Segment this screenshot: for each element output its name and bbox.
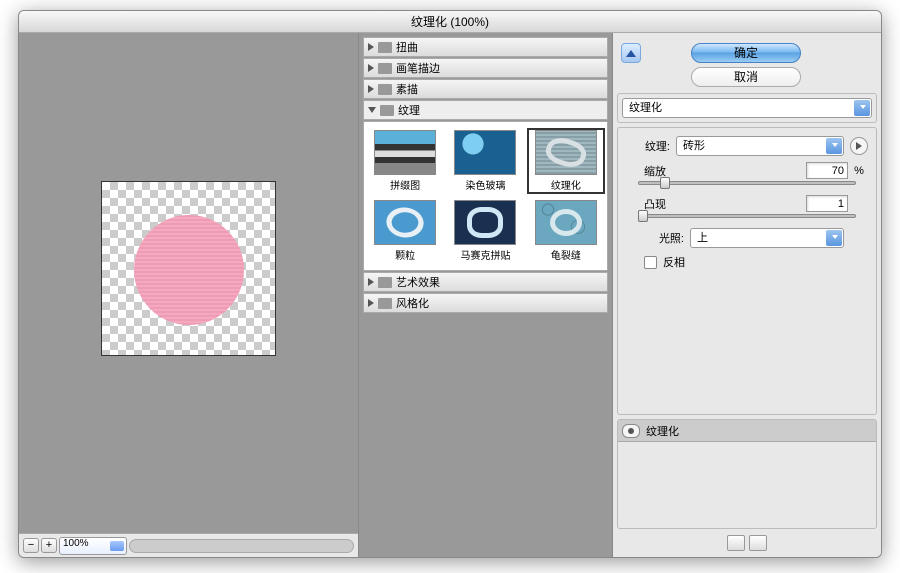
thumb-grain[interactable]: 颗粒 bbox=[366, 198, 444, 264]
light-label: 光照: bbox=[640, 230, 684, 246]
zoom-out-button[interactable]: − bbox=[23, 538, 39, 553]
preview-panel: − + 100% bbox=[19, 33, 359, 557]
preview-canvas bbox=[101, 181, 276, 356]
load-texture-icon[interactable] bbox=[850, 137, 868, 155]
effect-layer-buttons bbox=[617, 533, 877, 553]
thumb-label: 染色玻璃 bbox=[448, 177, 522, 192]
thumb-patchwork[interactable]: 拼缀图 bbox=[366, 128, 444, 194]
chevron-right-icon bbox=[368, 85, 374, 93]
preview-zoom-controls: − + 100% bbox=[19, 533, 358, 557]
scaling-slider-row: 缩放 % bbox=[626, 162, 868, 185]
zoom-level-select[interactable]: 100% bbox=[59, 537, 127, 555]
cancel-button[interactable]: 取消 bbox=[691, 67, 801, 87]
folder-icon bbox=[378, 63, 392, 74]
new-effect-layer-button[interactable] bbox=[727, 535, 745, 551]
thumb-image bbox=[535, 130, 597, 175]
folder-stylize[interactable]: 风格化 bbox=[363, 293, 608, 313]
thumb-image bbox=[535, 200, 597, 245]
thumb-texturizer[interactable]: 纹理化 bbox=[527, 128, 605, 194]
folder-label: 纹理 bbox=[398, 102, 420, 118]
relief-input[interactable] bbox=[806, 195, 848, 212]
invert-row: 反相 bbox=[626, 254, 868, 270]
thumb-image bbox=[374, 200, 436, 245]
preview-shape-circle bbox=[134, 215, 244, 325]
visibility-eye-icon[interactable] bbox=[622, 424, 640, 438]
folder-icon bbox=[378, 277, 392, 288]
scaling-slider[interactable] bbox=[638, 181, 856, 185]
filter-gallery-window: 纹理化 (100%) − + 100% 扭曲 bbox=[18, 10, 882, 558]
folder-icon bbox=[378, 298, 392, 309]
invert-label: 反相 bbox=[663, 254, 685, 270]
thumb-label: 纹理化 bbox=[529, 177, 603, 192]
scaling-unit: % bbox=[852, 165, 866, 177]
ok-button[interactable]: 确定 bbox=[691, 43, 801, 63]
effect-layers-box: 纹理化 bbox=[617, 419, 877, 529]
window-content: − + 100% 扭曲 画笔描边 素描 bbox=[19, 33, 881, 557]
folder-texture[interactable]: 纹理 bbox=[363, 100, 608, 120]
folder-label: 扭曲 bbox=[396, 39, 418, 55]
effect-layer-label: 纹理化 bbox=[646, 423, 679, 439]
texture-thumbnails: 拼缀图 染色玻璃 纹理化 颗粒 马赛克拼贴 龟裂缝 bbox=[363, 121, 608, 271]
folder-label: 画笔描边 bbox=[396, 60, 440, 76]
folder-icon bbox=[378, 84, 392, 95]
thumb-image bbox=[374, 130, 436, 175]
preview-hscroll[interactable] bbox=[129, 539, 354, 553]
chevron-right-icon bbox=[368, 278, 374, 286]
window-title: 纹理化 (100%) bbox=[19, 11, 881, 33]
chevron-down-icon bbox=[368, 107, 376, 113]
chevron-right-icon bbox=[368, 43, 374, 51]
collapse-gallery-button[interactable] bbox=[621, 43, 641, 63]
thumb-craquelure[interactable]: 龟裂缝 bbox=[527, 198, 605, 264]
folder-label: 风格化 bbox=[396, 295, 429, 311]
top-actions: 确定 取消 bbox=[617, 37, 877, 89]
thumb-image bbox=[454, 130, 516, 175]
thumb-label: 拼缀图 bbox=[368, 177, 442, 192]
action-buttons: 确定 取消 bbox=[691, 43, 801, 87]
thumb-label: 颗粒 bbox=[368, 247, 442, 262]
current-filter-select-group: 纹理化 bbox=[617, 93, 877, 123]
filter-params-group: 纹理: 砖形 缩放 % bbox=[617, 127, 877, 415]
thumb-stained-glass[interactable]: 染色玻璃 bbox=[446, 128, 524, 194]
effect-layer-item[interactable]: 纹理化 bbox=[618, 420, 876, 442]
zoom-in-button[interactable]: + bbox=[41, 538, 57, 553]
folder-icon bbox=[378, 42, 392, 53]
preview-viewport[interactable] bbox=[19, 33, 358, 533]
invert-checkbox[interactable] bbox=[644, 256, 657, 269]
folder-label: 素描 bbox=[396, 81, 418, 97]
folder-sketch[interactable]: 素描 bbox=[363, 79, 608, 99]
chevron-right-icon bbox=[368, 299, 374, 307]
chevron-right-icon bbox=[368, 64, 374, 72]
folder-label: 艺术效果 bbox=[396, 274, 440, 290]
light-direction-row: 光照: 上 bbox=[626, 228, 868, 248]
slider-thumb[interactable] bbox=[638, 210, 648, 222]
texture-type-row: 纹理: 砖形 bbox=[626, 136, 868, 156]
folder-icon bbox=[380, 105, 394, 116]
slider-thumb[interactable] bbox=[660, 177, 670, 189]
settings-panel: 确定 取消 纹理化 纹理: 砖形 缩放 bbox=[613, 33, 881, 557]
filter-select[interactable]: 纹理化 bbox=[622, 98, 872, 118]
light-select[interactable]: 上 bbox=[690, 228, 844, 248]
thumb-label: 马赛克拼贴 bbox=[448, 247, 522, 262]
relief-slider-row: 凸现 bbox=[626, 195, 868, 218]
folder-distort[interactable]: 扭曲 bbox=[363, 37, 608, 57]
delete-effect-layer-button[interactable] bbox=[749, 535, 767, 551]
texture-select[interactable]: 砖形 bbox=[676, 136, 844, 156]
texture-label: 纹理: bbox=[626, 138, 670, 154]
relief-label: 凸现 bbox=[644, 196, 666, 212]
folder-brush-strokes[interactable]: 画笔描边 bbox=[363, 58, 608, 78]
thumb-mosaic-tiles[interactable]: 马赛克拼贴 bbox=[446, 198, 524, 264]
filter-gallery-panel: 扭曲 画笔描边 素描 纹理 拼缀图 染色玻璃 纹理化 颗粒 bbox=[359, 33, 613, 557]
thumb-image bbox=[454, 200, 516, 245]
thumb-label: 龟裂缝 bbox=[529, 247, 603, 262]
scaling-input[interactable] bbox=[806, 162, 848, 179]
folder-artistic[interactable]: 艺术效果 bbox=[363, 272, 608, 292]
relief-slider[interactable] bbox=[638, 214, 856, 218]
